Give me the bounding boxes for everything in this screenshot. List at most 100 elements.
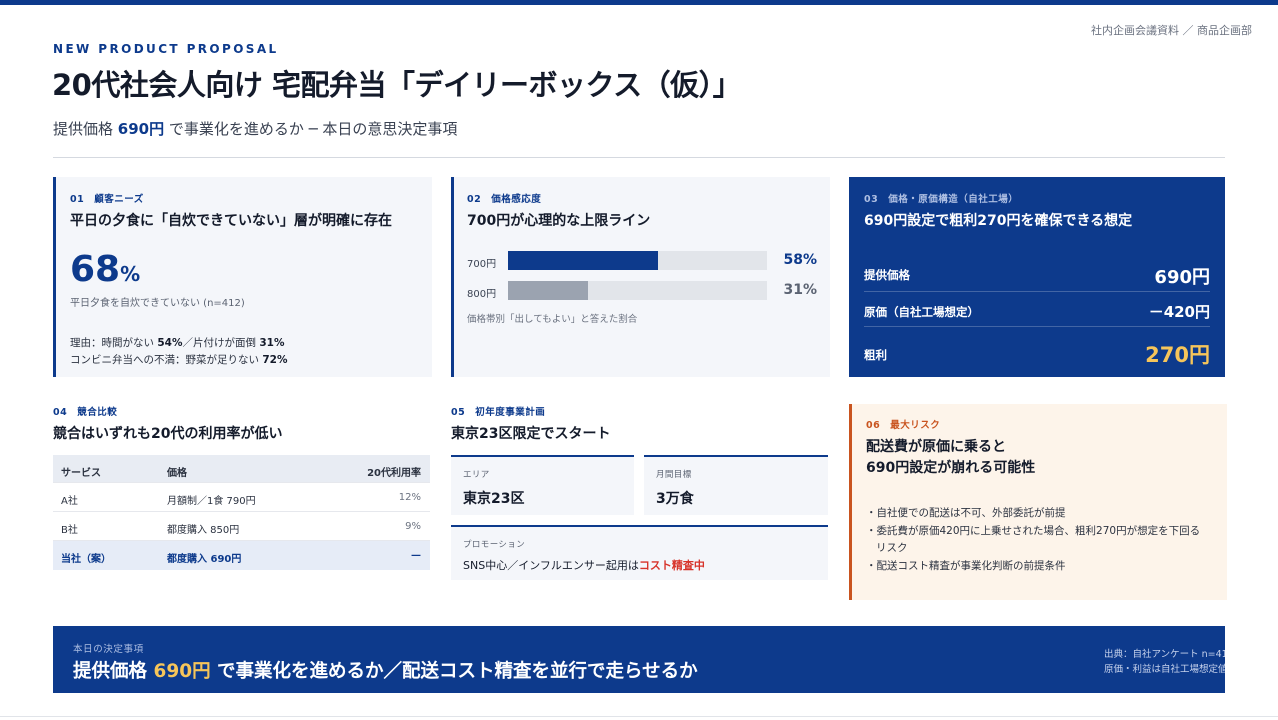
table-cell: 9% <box>405 521 421 532</box>
card-number: 04 競合比較 <box>53 407 118 418</box>
reason-text: 理由：時間がない 54%／片付けが面倒 31% コンビニ弁当への不満：野菜が足り… <box>70 335 432 369</box>
card-heading: 平日の夕食に「自炊できていない」層が明確に存在 <box>70 213 392 229</box>
table-cell: 月額制／1食 790円 <box>167 496 256 507</box>
bar-value-label: 31% <box>783 282 817 298</box>
decision-price: 690円 <box>153 661 211 682</box>
table-cell: 都度購入 690円 <box>167 554 242 565</box>
table-cell: 12% <box>398 492 421 503</box>
cost-label: 原価（自社工場想定） <box>864 305 979 319</box>
decision-post: で事業化を進めるか／配送コスト精査を並行で走らせるか <box>210 661 698 682</box>
document-meta: 社内企画会議資料 ／ 商品企画部 <box>1091 24 1252 37</box>
card-number: 03 価格・原価構造（自社工場） <box>864 194 1019 205</box>
header-divider <box>53 157 1225 158</box>
cost-value: －420円 <box>1148 303 1210 321</box>
list-item: ・自社便での配送は不可、外部委託が前提 <box>866 507 1066 519</box>
column-header: 価格 <box>167 468 187 479</box>
subtitle-price: 690円 <box>117 120 165 138</box>
key-metric-value: 68 <box>70 249 121 290</box>
gross-profit-value: 270円 <box>1145 343 1210 367</box>
decision-footer: 本日の決定事項 提供価格 690円 で事業化を進めるか／配送コスト精査を並行で走… <box>53 626 1225 693</box>
table-cell: B社 <box>61 525 78 536</box>
plan-box-target: 月間目標 3万食 <box>644 455 828 515</box>
table-row: B社 都度購入 850円 9% <box>53 512 430 541</box>
subtitle-pre: 提供価格 <box>53 120 118 138</box>
reason-2-pre: コンビニ弁当への不満：野菜が足りない <box>70 354 263 366</box>
card-heading: 東京23区限定でスタート <box>451 426 611 442</box>
plan-box-label: プロモーション <box>463 540 526 550</box>
promo-alert: コスト精査中 <box>638 559 705 572</box>
table-cell: 都度購入 850円 <box>167 525 240 536</box>
cost-divider <box>864 291 1210 292</box>
card-number: 02 価格感応度 <box>467 194 542 205</box>
table-header-row: サービス 価格 20代利用率 <box>53 455 430 483</box>
chart-caption: 価格帯別「出してもよい」と答えた割合 <box>467 314 638 325</box>
source-line-2: 原価・利益は自社工場想定値 <box>1104 664 1225 675</box>
competitor-table: サービス 価格 20代利用率 A社 月額制／1食 790円 12% B社 都度購… <box>53 455 430 570</box>
card-first-year-plan: 05 初年度事業計画 東京23区限定でスタート エリア 東京23区 月間目標 3… <box>451 404 829 584</box>
card-main-risk: 06 最大リスク 配送費が原価に乗ると 690円設定が崩れる可能性 ・自社便での… <box>849 404 1227 600</box>
cost-label: 粗利 <box>864 348 887 362</box>
risk-heading-line-1: 配送費が原価に乗ると <box>866 439 1006 455</box>
bottom-divider <box>0 716 1278 717</box>
risk-list: ・自社便での配送は不可、外部委託が前提 ・委託費が原価420円に上乗せされた場合… <box>866 505 1227 575</box>
source-note: 出典：自社アンケート n=412 原価・利益は自社工場想定値 <box>1104 647 1225 677</box>
reason-line-1: 理由：時間がない 54%／片付けが面倒 31% <box>70 335 432 352</box>
bar-800 <box>508 281 589 300</box>
plan-box-promotion: プロモーション SNS中心／インフルエンサー起用はコスト精査中 <box>451 525 828 580</box>
key-metric: 68% <box>70 252 432 292</box>
card-price-sensitivity: 02 価格感応度 700円が心理的な上限ライン 700円 58% 800円 31… <box>451 177 830 377</box>
reason-1-pre: 理由：時間がない <box>70 337 158 349</box>
reason-1-value-2: 31% <box>259 337 285 349</box>
source-line-1: 出典：自社アンケート n=412 <box>1104 649 1225 660</box>
table-row: A社 月額制／1食 790円 12% <box>53 483 430 512</box>
card-number: 05 初年度事業計画 <box>451 407 546 418</box>
subtitle-post: で事業化を進めるか ─ 本日の意思決定事項 <box>164 120 458 138</box>
list-item: ・配送コスト精査が事業化判断の前提条件 <box>866 559 1066 572</box>
bar-row-800: 800円 31% <box>467 281 817 301</box>
bar-track <box>508 251 767 270</box>
card-heading: 競合はいずれも20代の利用率が低い <box>53 426 283 442</box>
cost-label: 提供価格 <box>864 268 910 282</box>
page-subtitle: 提供価格 690円 で事業化を進めるか ─ 本日の意思決定事項 <box>53 118 457 139</box>
plan-box-value: 東京23区 <box>463 491 525 507</box>
column-header: サービス <box>61 468 101 479</box>
bar-700 <box>508 251 659 270</box>
page-title: 20代社会人向け 宅配弁当「デイリーボックス（仮）」 <box>52 68 742 102</box>
cost-value: 690円 <box>1154 267 1210 288</box>
promo-text: SNS中心／インフルエンサー起用は <box>463 559 639 572</box>
card-heading: 配送費が原価に乗ると 690円設定が崩れる可能性 <box>866 437 1227 479</box>
card-number: 01 顧客ニーズ <box>70 194 144 205</box>
bar-row-700: 700円 58% <box>467 251 817 271</box>
plan-box-value: SNS中心／インフルエンサー起用はコスト精査中 <box>463 557 828 573</box>
card-number: 06 最大リスク <box>866 420 941 431</box>
card-cost-structure: 03 価格・原価構造（自社工場） 690円設定で粗利270円を確保できる想定 提… <box>849 177 1225 377</box>
table-cell: A社 <box>61 496 78 507</box>
card-heading: 690円設定で粗利270円を確保できる想定 <box>864 213 1133 229</box>
bar-value-label: 58% <box>783 252 817 268</box>
card-customer-needs: 01 顧客ニーズ 平日の夕食に「自炊できていない」層が明確に存在 68% 平日夕… <box>53 177 432 377</box>
plan-box-area: エリア 東京23区 <box>451 455 634 515</box>
decision-label: 本日の決定事項 <box>73 644 144 655</box>
table-row-own-plan: 当社（案） 都度購入 690円 — <box>53 541 430 570</box>
reason-1-mid: ／片付けが面倒 <box>182 337 260 349</box>
decision-pre: 提供価格 <box>73 661 154 682</box>
list-item: ・委託費が原価420円に上乗せされた場合、粗利270円が想定を下回るリスク <box>866 524 1201 555</box>
key-metric-caption: 平日夕食を自炊できていない (n=412) <box>70 298 245 309</box>
cost-divider <box>864 326 1210 327</box>
plan-box-label: 月間目標 <box>656 470 692 480</box>
eyebrow-label: NEW PRODUCT PROPOSAL <box>53 42 279 56</box>
reason-1-value-1: 54% <box>157 337 183 349</box>
table-cell: — <box>411 550 421 561</box>
reason-line-2: コンビニ弁当への不満：野菜が足りない 72% <box>70 352 432 369</box>
decision-text: 提供価格 690円 で事業化を進めるか／配送コスト精査を並行で走らせるか <box>73 657 698 683</box>
bar-category-label: 700円 <box>467 259 497 270</box>
plan-box-value: 3万食 <box>656 491 694 507</box>
reason-2-value: 72% <box>262 354 288 366</box>
plan-box-label: エリア <box>463 470 490 480</box>
card-competitors: 04 競合比較 競合はいずれも20代の利用率が低い サービス 価格 20代利用率… <box>53 404 431 574</box>
table-cell: 当社（案） <box>61 554 111 565</box>
risk-heading-line-2: 690円設定が崩れる可能性 <box>866 460 1036 476</box>
column-header: 20代利用率 <box>367 468 421 479</box>
bar-track <box>508 281 767 300</box>
top-accent-bar <box>0 0 1278 5</box>
